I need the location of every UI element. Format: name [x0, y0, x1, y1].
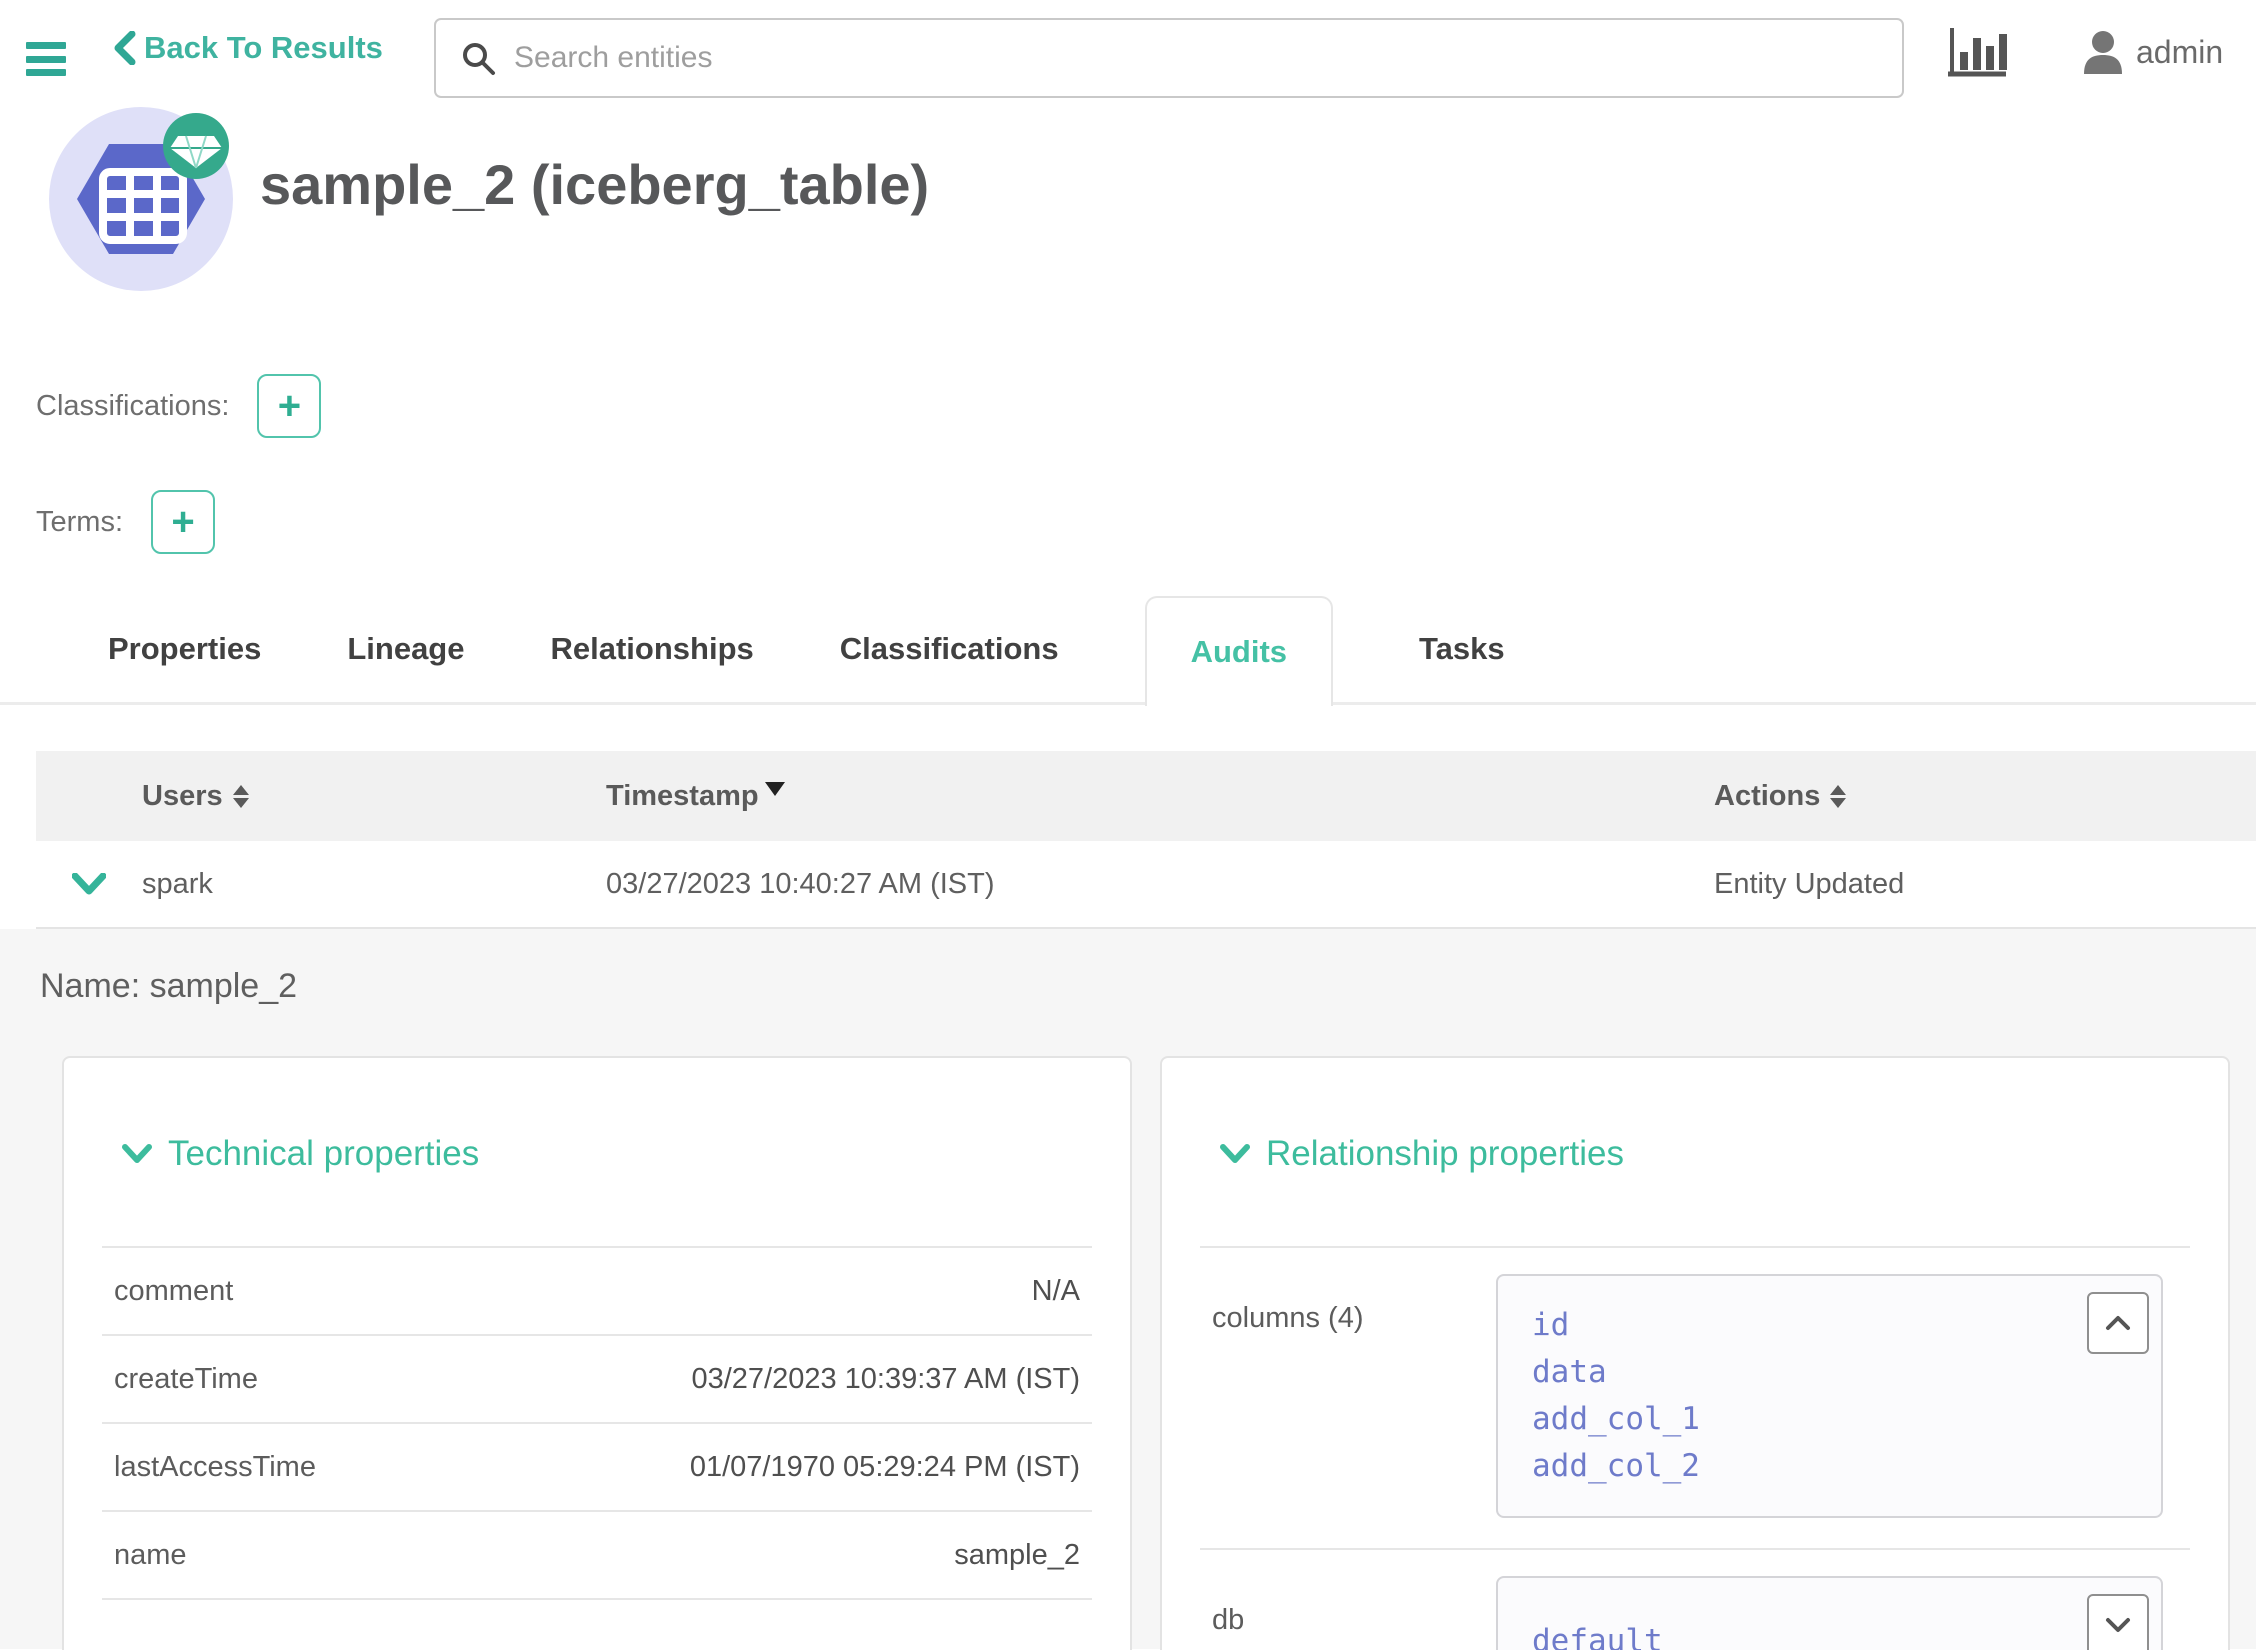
- statistics-chart-icon[interactable]: [1948, 26, 2010, 85]
- chevron-down-icon: [1220, 1144, 1250, 1164]
- db-key-label: db: [1212, 1576, 1496, 1637]
- tab-tasks[interactable]: Tasks: [1419, 596, 1505, 702]
- chevron-down-icon: [122, 1144, 152, 1164]
- relationship-properties-card: Relationship properties columns (4) id d…: [1160, 1056, 2230, 1650]
- tab-lineage[interactable]: Lineage: [347, 596, 464, 702]
- add-classification-button[interactable]: +: [257, 374, 321, 438]
- search-input[interactable]: [514, 41, 1814, 75]
- column-header-actions[interactable]: Actions: [1698, 780, 2256, 813]
- technical-properties-card: Technical properties comment N/A createT…: [62, 1056, 1132, 1650]
- iceberg-table-entity-icon: [46, 102, 236, 297]
- search-icon: [460, 40, 496, 76]
- relationship-properties-toggle[interactable]: Relationship properties: [1220, 1134, 2190, 1174]
- property-row-createtime: createTime 03/27/2023 10:39:37 AM (IST): [102, 1336, 1092, 1424]
- tab-classifications[interactable]: Classifications: [840, 596, 1059, 702]
- technical-properties-toggle[interactable]: Technical properties: [122, 1134, 1092, 1174]
- column-link-id[interactable]: id: [1532, 1302, 2161, 1349]
- tabs-divider: [0, 702, 2256, 705]
- page-title: sample_2 (iceberg_table): [260, 152, 929, 217]
- column-link-data[interactable]: data: [1532, 1349, 2161, 1396]
- columns-list-box: id data add_col_1 add_col_2: [1496, 1274, 2163, 1518]
- property-row-comment: comment N/A: [102, 1248, 1092, 1336]
- entity-tabs: Properties Lineage Relationships Classif…: [0, 596, 2256, 702]
- tab-audits-active[interactable]: Audits: [1145, 596, 1333, 706]
- db-link-default[interactable]: default: [1532, 1618, 2161, 1650]
- technical-properties-title: Technical properties: [168, 1134, 479, 1174]
- audit-row-user: spark: [126, 868, 590, 901]
- chevron-down-icon: [2105, 1617, 2131, 1633]
- tab-relationships[interactable]: Relationships: [551, 596, 754, 702]
- tab-properties[interactable]: Properties: [108, 596, 261, 702]
- collapse-columns-button[interactable]: [2087, 1292, 2149, 1354]
- audits-table: Users Timestamp Actions spark: [36, 751, 2256, 929]
- relationship-row-columns: columns (4) id data add_col_1 add_col_2: [1200, 1248, 2190, 1550]
- terms-row: Terms: +: [36, 490, 2256, 554]
- entity-header: sample_2 (iceberg_table): [0, 100, 2256, 350]
- audit-detail-panel: Name: sample_2 Technical properties comm…: [0, 929, 2256, 1649]
- audits-table-header: Users Timestamp Actions: [36, 751, 2256, 841]
- hamburger-menu-icon[interactable]: [26, 42, 66, 76]
- expand-row-chevron-down-icon[interactable]: [36, 873, 126, 895]
- column-header-users[interactable]: Users: [126, 780, 590, 813]
- chevron-up-icon: [2105, 1315, 2131, 1331]
- audit-row-action: Entity Updated: [1698, 868, 2256, 901]
- sort-descending-icon: [765, 771, 785, 804]
- add-term-button[interactable]: +: [151, 490, 215, 554]
- expand-db-button[interactable]: [2087, 1594, 2149, 1650]
- property-row-name: name sample_2: [102, 1512, 1092, 1600]
- audit-row: spark 03/27/2023 10:40:27 AM (IST) Entit…: [36, 841, 2256, 929]
- audit-row-timestamp: 03/27/2023 10:40:27 AM (IST): [590, 868, 1698, 901]
- relationship-row-db: db default: [1200, 1550, 2190, 1650]
- user-icon: [2082, 30, 2124, 74]
- classifications-label: Classifications:: [36, 390, 229, 423]
- back-to-results-link[interactable]: Back To Results: [112, 30, 383, 66]
- user-menu[interactable]: admin: [2082, 30, 2223, 74]
- db-value-box: default: [1496, 1576, 2163, 1650]
- property-row-lastaccesstime: lastAccessTime 01/07/1970 05:29:24 PM (I…: [102, 1424, 1092, 1512]
- columns-key-label: columns (4): [1212, 1274, 1496, 1335]
- back-link-label: Back To Results: [144, 30, 383, 66]
- search-box: [434, 18, 1904, 98]
- sort-both-icon: [1830, 785, 1846, 808]
- audit-detail-name: Name: sample_2: [40, 967, 2256, 1006]
- relationship-properties-title: Relationship properties: [1266, 1134, 1624, 1174]
- column-link-add-col-2[interactable]: add_col_2: [1532, 1443, 2161, 1490]
- username-label: admin: [2136, 34, 2223, 71]
- column-header-timestamp[interactable]: Timestamp: [590, 771, 1698, 822]
- sort-both-icon: [233, 785, 249, 808]
- terms-label: Terms:: [36, 506, 123, 539]
- column-link-add-col-1[interactable]: add_col_1: [1532, 1396, 2161, 1443]
- classifications-row: Classifications: +: [36, 374, 2256, 438]
- chevron-left-icon: [112, 31, 136, 65]
- top-bar: Back To Results admin: [0, 0, 2256, 100]
